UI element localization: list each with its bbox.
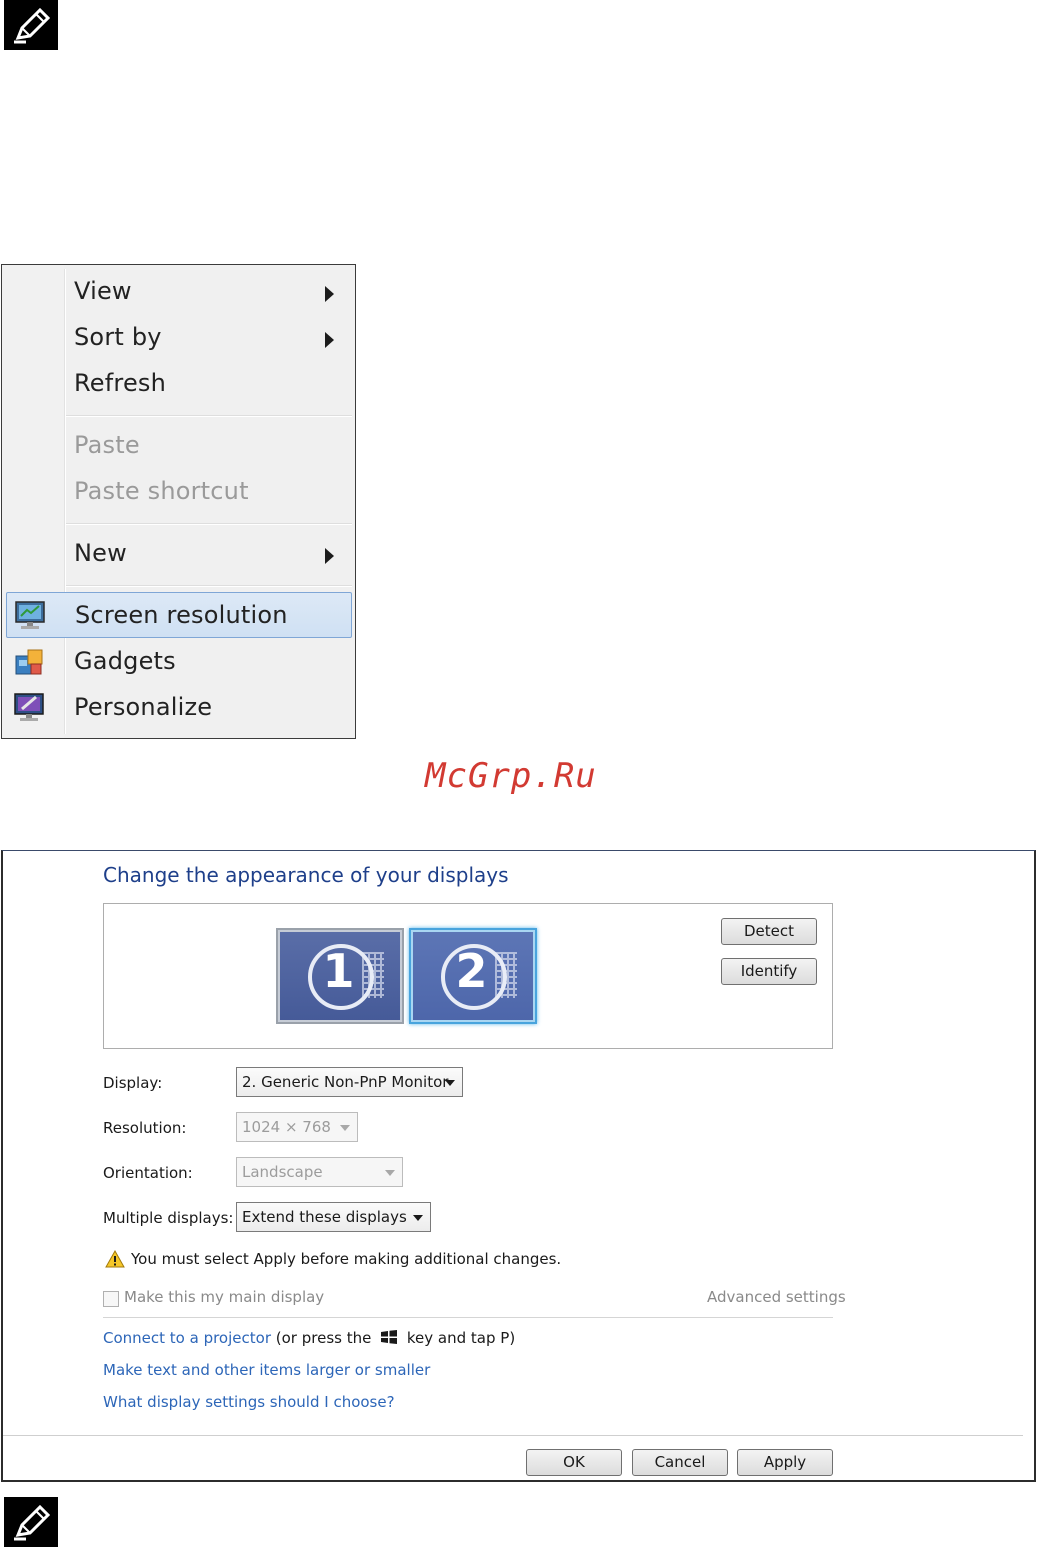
ok-button[interactable]: OK	[526, 1449, 622, 1476]
menu-item-label: New	[74, 539, 127, 567]
menu-item-label: Refresh	[74, 369, 167, 397]
chevron-down-icon	[340, 1125, 350, 1131]
menu-item-personalize[interactable]: Personalize	[6, 685, 352, 731]
monitor-2-thumbnail[interactable]: 2	[409, 928, 537, 1024]
orientation-select-value: Landscape	[242, 1163, 323, 1181]
menu-item-label: Sort by	[74, 323, 162, 351]
menu-separator	[66, 523, 352, 525]
multiple-displays-select[interactable]: Extend these displays	[236, 1202, 431, 1232]
menu-separator	[66, 415, 352, 417]
display-select[interactable]: 2. Generic Non-PnP Monitor	[236, 1067, 463, 1097]
main-display-checkbox[interactable]	[103, 1291, 119, 1307]
multiple-displays-label: Multiple displays:	[103, 1209, 234, 1227]
menu-item-label: Paste shortcut	[74, 477, 249, 505]
menu-item-label: Personalize	[74, 693, 213, 721]
menu-separator	[66, 585, 352, 587]
identify-button[interactable]: Identify	[721, 958, 817, 985]
menu-item-new[interactable]: New	[6, 531, 352, 577]
watermark-text: McGrp.Ru	[425, 756, 597, 796]
display-label: Display:	[103, 1074, 163, 1092]
note-pencil-icon	[4, 1497, 58, 1547]
menu-item-paste: Paste	[6, 423, 352, 469]
windows-logo-icon	[381, 1330, 398, 1344]
main-display-label: Make this my main display	[124, 1288, 325, 1306]
advanced-settings-link[interactable]: Advanced settings	[707, 1288, 846, 1306]
screen-resolution-icon	[15, 601, 45, 629]
projector-line: Connect to a projector (or press the key…	[103, 1329, 515, 1347]
section-divider	[103, 1317, 833, 1318]
projector-hint-text-end: key and tap P)	[406, 1329, 516, 1347]
menu-item-gadgets[interactable]: Gadgets	[6, 639, 352, 685]
chevron-down-icon	[385, 1170, 395, 1176]
orientation-label: Orientation:	[103, 1164, 193, 1182]
menu-item-label: Paste	[74, 431, 140, 459]
apply-button[interactable]: Apply	[737, 1449, 833, 1476]
display-select-value: 2. Generic Non-PnP Monitor	[242, 1073, 449, 1091]
text-size-link[interactable]: Make text and other items larger or smal…	[103, 1361, 430, 1379]
monitor-1-thumbnail[interactable]: 1	[276, 928, 404, 1024]
projector-hint-text: (or press the	[275, 1329, 372, 1347]
submenu-arrow-icon	[325, 332, 334, 348]
monitor-number: 2	[455, 944, 488, 998]
gadgets-icon	[15, 649, 43, 675]
display-arrangement-panel: 1 2 Detect Identify	[103, 903, 833, 1049]
chevron-down-icon	[413, 1215, 423, 1221]
cancel-button[interactable]: Cancel	[632, 1449, 728, 1476]
submenu-arrow-icon	[325, 286, 334, 302]
personalize-icon	[14, 693, 44, 721]
menu-item-label: Gadgets	[74, 647, 176, 675]
detect-button[interactable]: Detect	[721, 918, 817, 945]
dialog-title: Change the appearance of your displays	[103, 863, 509, 887]
monitor-number: 1	[322, 944, 355, 998]
menu-item-refresh[interactable]: Refresh	[6, 361, 352, 407]
menu-item-label: Screen resolution	[75, 601, 288, 629]
connect-projector-link[interactable]: Connect to a projector	[103, 1329, 271, 1347]
menu-item-sort-by[interactable]: Sort by	[6, 315, 352, 361]
multiple-displays-select-value: Extend these displays	[242, 1208, 407, 1226]
resolution-select: 1024 × 768	[236, 1112, 358, 1142]
chevron-down-icon	[445, 1080, 455, 1086]
resolution-label: Resolution:	[103, 1119, 187, 1137]
warning-icon	[105, 1250, 125, 1268]
resolution-select-value: 1024 × 768	[242, 1118, 331, 1136]
note-pencil-icon	[4, 0, 58, 50]
orientation-select: Landscape	[236, 1157, 403, 1187]
menu-item-paste-shortcut: Paste shortcut	[6, 469, 352, 515]
menu-item-view[interactable]: View	[6, 269, 352, 315]
menu-item-label: View	[74, 277, 132, 305]
screen-resolution-dialog: Change the appearance of your displays 1…	[1, 850, 1036, 1482]
apply-warning-text: You must select Apply before making addi…	[131, 1250, 562, 1268]
menu-item-screen-resolution[interactable]: Screen resolution	[6, 592, 352, 638]
display-help-link[interactable]: What display settings should I choose?	[103, 1393, 395, 1411]
submenu-arrow-icon	[325, 548, 334, 564]
desktop-context-menu: View Sort by Refresh Paste Paste shortcu…	[1, 264, 356, 739]
footer-divider	[3, 1435, 1023, 1436]
